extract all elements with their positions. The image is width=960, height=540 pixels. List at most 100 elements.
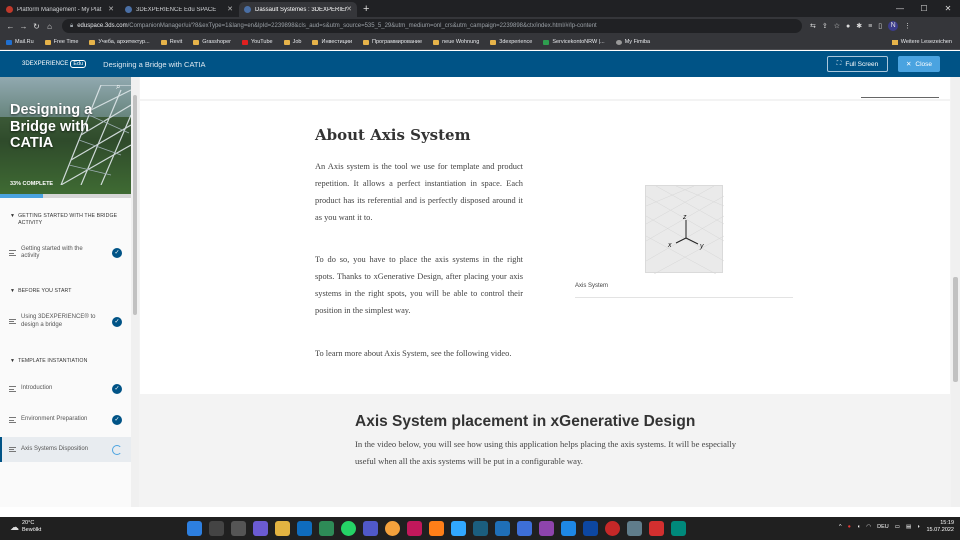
section-title: GETTING STARTED WITH THE BRIDGE ACTIVITY	[18, 213, 118, 226]
bookmark-8[interactable]: Программирование	[363, 39, 422, 45]
display-icon[interactable]: ▭	[895, 524, 900, 530]
alert-icon[interactable]: ●	[848, 524, 851, 530]
clock[interactable]: 15:19 15.07.2022	[926, 520, 954, 534]
lesson-introduction[interactable]: Introduction ✓	[0, 381, 131, 397]
extensions-puzzle-icon[interactable]: ✱	[856, 22, 862, 30]
bookmark-4[interactable]: Grasshoper	[193, 39, 231, 45]
bookmark-6[interactable]: Job	[283, 39, 302, 45]
pen-tool-icon[interactable]	[473, 521, 488, 536]
powershell-icon[interactable]	[583, 521, 598, 536]
teams-chat-icon[interactable]	[253, 521, 268, 536]
lesson-environment-preparation[interactable]: Environment Preparation ✓	[0, 412, 131, 428]
completed-check-icon: ✓	[112, 384, 122, 394]
maximize-icon[interactable]: ☐	[912, 0, 936, 17]
bookmark-12[interactable]: My Fimiba	[615, 39, 650, 45]
section-getting-started[interactable]: ▼ GETTING STARTED WITH THE BRIDGE ACTIVI…	[0, 213, 131, 226]
share-icon[interactable]: ⇪	[822, 22, 828, 30]
close-window-icon[interactable]: ✕	[936, 0, 960, 17]
network-app-icon[interactable]	[671, 521, 686, 536]
bookmark-2[interactable]: Учеба, архитектур...	[89, 39, 150, 45]
menu-kebab-icon[interactable]: ⋮	[904, 22, 911, 30]
bookmark-1[interactable]: Free Time	[44, 39, 78, 45]
indesign-icon[interactable]	[407, 521, 422, 536]
brand-logo: 3DEXPERIENCE Edu	[22, 60, 87, 68]
profile-avatar[interactable]: N	[888, 21, 899, 31]
calendar-app-icon[interactable]	[319, 521, 334, 536]
course-sidebar: Designing a Bridge with CATIA 33% COMPLE…	[0, 77, 131, 507]
bookmark-5[interactable]: YouTube	[241, 39, 273, 45]
close-button[interactable]: ✕ Close	[898, 56, 940, 72]
search-icon[interactable]: ⌕	[116, 82, 120, 92]
search-icon[interactable]	[209, 521, 224, 536]
back-icon[interactable]: ←	[4, 22, 17, 31]
address-bar[interactable]: 🔒︎ eduspace.3ds.com/CompanionManager/ui/…	[62, 19, 802, 33]
sidebar-scrollbar-thumb[interactable]	[133, 95, 137, 315]
opera-icon[interactable]	[605, 521, 620, 536]
app-header: 3DEXPERIENCE Edu Designing a Bridge with…	[0, 51, 960, 77]
whatsapp-icon[interactable]	[341, 521, 356, 536]
start-windows-icon[interactable]	[187, 521, 202, 536]
wifi-icon[interactable]: ◠	[866, 524, 871, 530]
lesson-getting-started[interactable]: Getting started with the activity ✓	[0, 245, 131, 261]
file-explorer-icon[interactable]	[275, 521, 290, 536]
sidebar-toggle-icon[interactable]: ▯	[878, 22, 882, 30]
speaker-icon[interactable]: ◗	[917, 524, 920, 530]
other-bookmarks[interactable]: Weitere Lesezeichen	[891, 39, 952, 45]
illustrator-icon[interactable]	[429, 521, 444, 536]
minimize-icon[interactable]: —	[888, 0, 912, 17]
close-tab-icon[interactable]: ✕	[346, 5, 352, 13]
outlook-icon[interactable]	[297, 521, 312, 536]
bookmark-0[interactable]: Mail.Ru	[6, 39, 34, 45]
content-scrollbar-thumb[interactable]	[953, 277, 958, 382]
visual-studio-icon[interactable]	[539, 521, 554, 536]
bookmark-label: Job	[292, 39, 302, 45]
input-language[interactable]: DEU	[877, 524, 889, 530]
tools-icon[interactable]	[627, 521, 642, 536]
close-tab-icon[interactable]: ✕	[108, 5, 114, 13]
lesson-using-3dexperience[interactable]: Using 3DEXPERIENCE® to design a bridge ✓	[0, 314, 131, 330]
forward-icon[interactable]: →	[17, 22, 30, 31]
lesson-title: Introduction	[21, 385, 53, 392]
translate-icon[interactable]: ⇆	[810, 22, 816, 30]
content-scrollbar[interactable]	[951, 77, 960, 507]
tab-favicon-icon	[244, 6, 251, 13]
home-icon[interactable]: ⌂	[43, 22, 56, 31]
chrome-icon[interactable]	[385, 521, 400, 536]
full-screen-button[interactable]: ⛶ Full Screen	[827, 56, 888, 72]
extension-icon[interactable]: ●	[846, 23, 850, 30]
task-view-icon[interactable]	[231, 521, 246, 536]
lesson-axis-systems-disposition[interactable]: Axis Systems Disposition	[0, 437, 131, 462]
previous-block-end	[140, 77, 950, 99]
chevron-up-icon[interactable]: ^	[839, 524, 842, 530]
vscode-icon[interactable]	[561, 521, 576, 536]
close-tab-icon[interactable]: ✕	[227, 5, 233, 13]
new-tab-button[interactable]: +	[363, 3, 369, 15]
3dexperience-app-icon[interactable]	[495, 521, 510, 536]
bookmark-10[interactable]: 3dexperience	[490, 39, 532, 45]
photoshop-icon[interactable]	[451, 521, 466, 536]
course-hero: Designing a Bridge with CATIA 33% COMPLE…	[0, 77, 131, 194]
reload-icon[interactable]: ↻	[30, 22, 43, 31]
network-icon[interactable]: ▤	[906, 524, 911, 530]
bookmark-9[interactable]: neue Wohnung	[433, 39, 479, 45]
bookmark-3[interactable]: Revit	[160, 39, 182, 45]
browser-tab-1[interactable]: 3DEXPERIENCE Edu SPACE ✕	[120, 2, 238, 17]
volume-icon[interactable]: ◖	[857, 524, 860, 530]
reading-list-icon[interactable]: ≡	[868, 23, 872, 30]
axis-system-image[interactable]: z x y	[645, 185, 725, 275]
weather-widget[interactable]: ☁ 20°C Bewölkt	[10, 520, 41, 534]
bookmark-11[interactable]: ServicekontoNRW |...	[543, 39, 605, 45]
bookmark-favicon-icon	[543, 39, 550, 45]
browser-tab-0[interactable]: Platform Management - My Plat ✕	[1, 2, 119, 17]
axis-diagram-icon: z x y	[645, 185, 725, 275]
windows-taskbar: ☁ 20°C Bewölkt ^ ● ◖ ◠ DEU ▭ ▤ ◗ 15:19 1…	[0, 517, 960, 540]
bookmark-star-icon[interactable]: ☆	[834, 22, 840, 30]
sidebar-scrollbar[interactable]	[131, 77, 139, 507]
caret-down-icon: ▼	[10, 357, 16, 364]
teams-icon[interactable]	[363, 521, 378, 536]
folder-icon	[283, 39, 290, 45]
bookmark-7[interactable]: Инвестиции	[312, 39, 352, 45]
recorder-icon[interactable]	[649, 521, 664, 536]
word-icon[interactable]	[517, 521, 532, 536]
browser-tab-2[interactable]: Dassault Systèmes : 3DEXPERIENC ✕	[239, 2, 357, 17]
